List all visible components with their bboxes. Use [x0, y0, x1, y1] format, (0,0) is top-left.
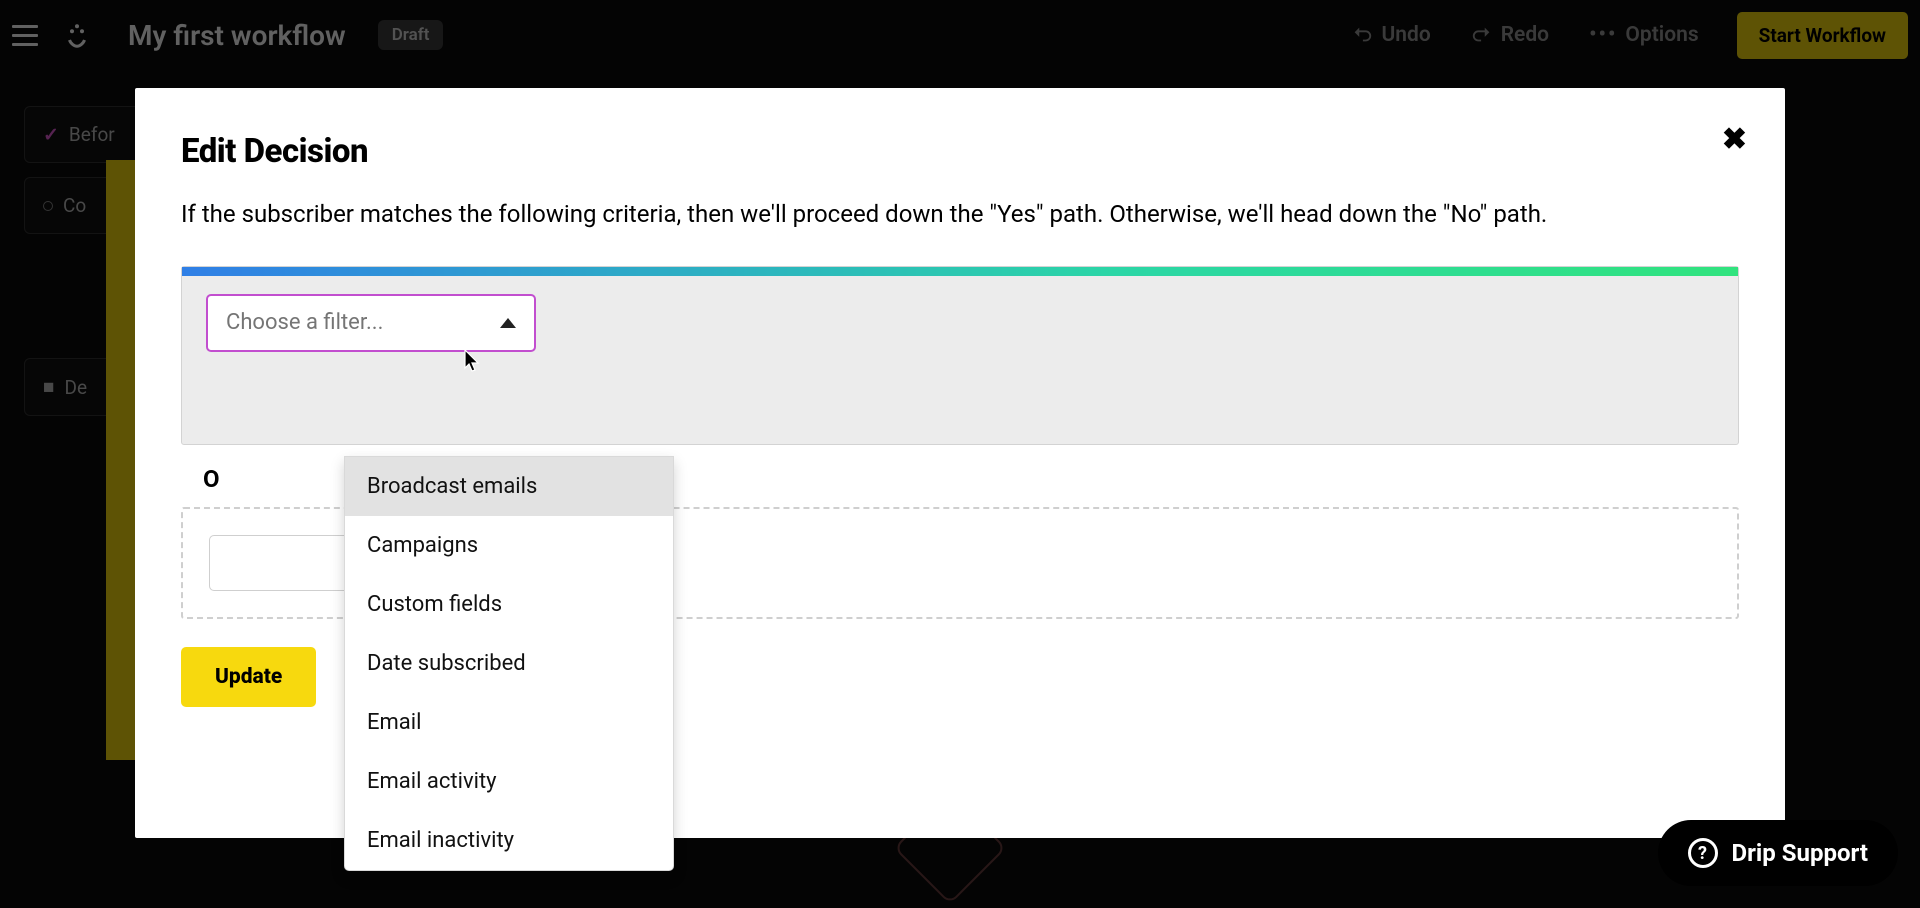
chevron-up-icon	[500, 318, 516, 328]
update-label: Update	[215, 665, 282, 689]
edit-decision-modal: ✖ Edit Decision If the subscriber matche…	[135, 88, 1785, 838]
dropdown-item-broadcast-emails[interactable]: Broadcast emails	[345, 457, 673, 516]
criteria-container	[181, 266, 1739, 445]
support-label: Drip Support	[1732, 839, 1868, 867]
dropdown-item-email[interactable]: Email	[345, 693, 673, 752]
dropdown-item-campaigns[interactable]: Campaigns	[345, 516, 673, 575]
help-icon: ?	[1688, 838, 1718, 868]
close-button[interactable]: ✖	[1722, 122, 1747, 157]
filter-input[interactable]	[226, 310, 466, 335]
gradient-bar	[182, 267, 1738, 276]
dropdown-item-date-subscribed[interactable]: Date subscribed	[345, 634, 673, 693]
support-chip[interactable]: ? Drip Support	[1658, 820, 1898, 886]
update-button[interactable]: Update	[181, 647, 316, 707]
dropdown-item-email-inactivity[interactable]: Email inactivity	[345, 811, 673, 870]
modal-title: Edit Decision	[181, 132, 1739, 171]
filter-dropdown: Broadcast emails Campaigns Custom fields…	[344, 456, 674, 871]
filter-select[interactable]	[206, 294, 536, 352]
dropdown-item-email-activity[interactable]: Email activity	[345, 752, 673, 811]
close-icon: ✖	[1722, 122, 1747, 157]
dropdown-item-custom-fields[interactable]: Custom fields	[345, 575, 673, 634]
modal-description: If the subscriber matches the following …	[181, 197, 1739, 232]
